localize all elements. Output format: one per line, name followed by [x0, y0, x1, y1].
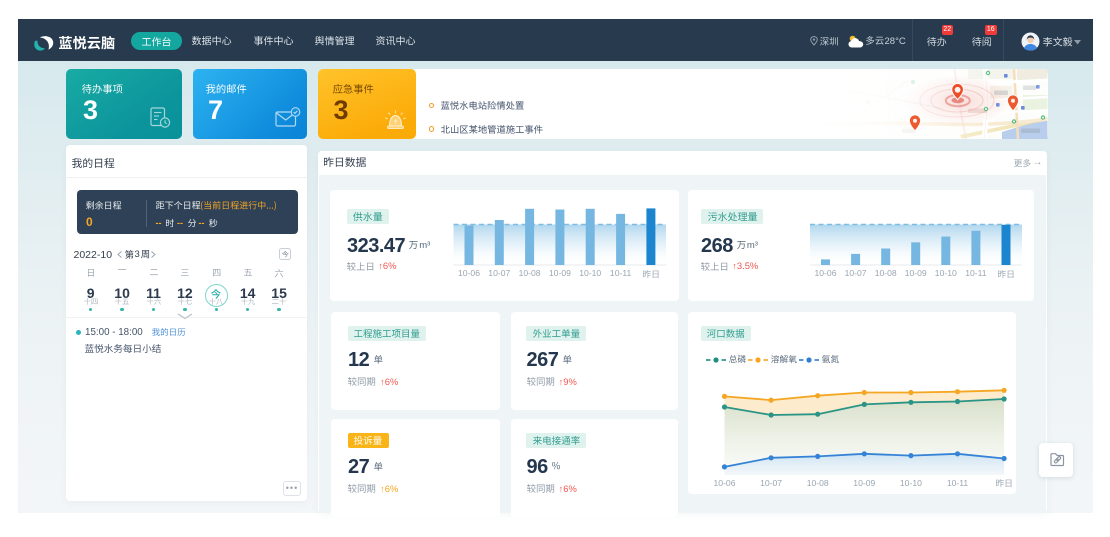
- svg-text:10-10: 10-10: [579, 268, 601, 278]
- svg-text:10-09: 10-09: [905, 268, 927, 278]
- svg-text:10-09: 10-09: [549, 268, 571, 278]
- svg-text:10-10: 10-10: [900, 478, 922, 488]
- svg-text:10-06: 10-06: [458, 268, 480, 278]
- svg-text:10-08: 10-08: [875, 268, 897, 278]
- svg-text:10-07: 10-07: [488, 268, 510, 278]
- svg-text:10-10: 10-10: [935, 268, 957, 278]
- svg-text:10-06: 10-06: [815, 268, 837, 278]
- svg-text:10-07: 10-07: [760, 478, 782, 488]
- svg-text:10-08: 10-08: [519, 268, 541, 278]
- svg-text:10-11: 10-11: [610, 268, 632, 278]
- svg-text:10-11: 10-11: [965, 268, 987, 278]
- svg-text:10-07: 10-07: [845, 268, 867, 278]
- svg-text:10-11: 10-11: [947, 478, 969, 488]
- svg-text:10-08: 10-08: [807, 478, 829, 488]
- svg-text:10-09: 10-09: [853, 478, 875, 488]
- svg-text:10-06: 10-06: [714, 478, 736, 488]
